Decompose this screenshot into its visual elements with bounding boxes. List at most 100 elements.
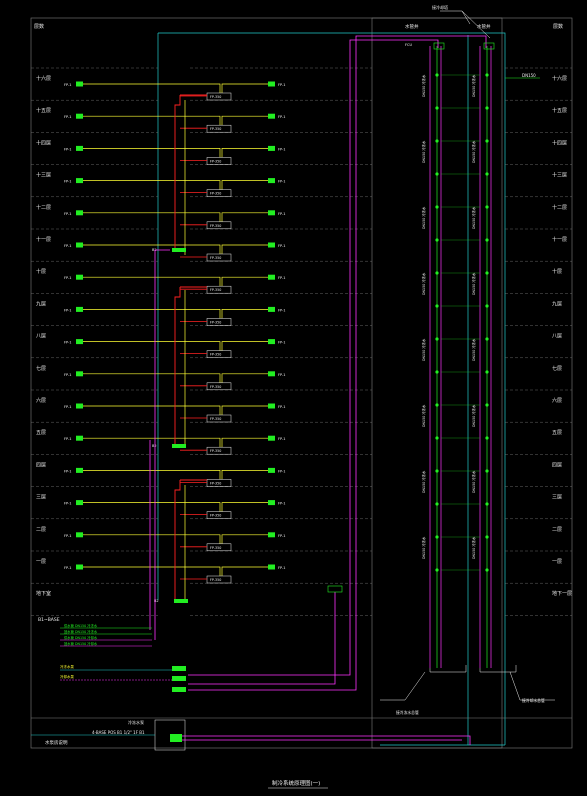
- pump-box: [172, 687, 186, 692]
- floor-tag-right: 四层: [552, 462, 562, 468]
- unit-label: FP-1: [64, 244, 72, 248]
- shaft-node: [485, 436, 489, 440]
- riser-junction: [172, 248, 186, 252]
- shaft-node: [435, 436, 439, 440]
- shaft-pipe-label: DN150 冷冻水: [421, 206, 426, 229]
- shaft-pipe-label: DN150 冷冻水: [471, 536, 476, 559]
- unit-label: FP-1: [64, 437, 72, 441]
- unit-label: FP-1: [64, 469, 72, 473]
- floor-label: 十三层: [36, 172, 51, 179]
- floor-tag-right: 七层: [552, 365, 562, 372]
- fan-coil-right: [268, 500, 275, 506]
- unit-label: FP-1: [278, 212, 286, 216]
- valve-label: FP-350: [210, 514, 221, 518]
- floor-tag-right: 地下一层: [552, 590, 572, 597]
- unit-label: FP-1: [278, 534, 286, 538]
- fan-coil-left: [76, 81, 83, 87]
- valve-label: FP-350: [210, 192, 221, 196]
- fan-coil-right: [268, 306, 275, 312]
- shaft-node: [485, 337, 489, 341]
- fan-coil-left: [76, 564, 83, 570]
- fan-coil-left: [76, 242, 83, 248]
- shaft-node: [435, 370, 439, 374]
- shaft-node: [435, 106, 439, 110]
- valve-label: FP-350: [210, 546, 221, 550]
- shaft-node: [435, 271, 439, 275]
- pump-box: [172, 666, 186, 671]
- shaft-node: [485, 304, 489, 308]
- shaft-pipe-label: DN150 冷冻水: [471, 74, 476, 97]
- legend-label: 供水管 DN150 冷却水: [64, 635, 98, 640]
- floor-label: 十一层: [36, 236, 51, 243]
- shaft-pipe-label: DN150 冷冻水: [421, 74, 426, 97]
- unit-label: FP-1: [64, 115, 72, 119]
- shaft-node: [485, 502, 489, 506]
- shaft-node: [485, 535, 489, 539]
- valve-label: FP-350: [210, 320, 221, 324]
- floor-label: 十六层: [36, 75, 51, 82]
- floor-tag-right: 五层: [552, 430, 562, 436]
- unit-label: FP-1: [278, 180, 286, 184]
- unit-label: FP-1: [278, 405, 286, 409]
- unit-label: FP-1: [64, 405, 72, 409]
- basement-pipe-note: 4-BASE POS B1 1/2" 1F B1: [92, 730, 145, 735]
- unit-label: FP-1: [278, 244, 286, 248]
- fan-coil-left: [76, 274, 83, 280]
- unit-label: FP-1: [278, 115, 286, 119]
- floor-tag-right: 十三层: [552, 172, 567, 179]
- unit-label: FP-1: [64, 83, 72, 87]
- fan-coil-right: [268, 178, 275, 184]
- fan-coil-right: [268, 274, 275, 280]
- valve-label: FP-350: [210, 224, 221, 228]
- fan-coil-right: [268, 145, 275, 151]
- floor-tag-right: 十一层: [552, 236, 567, 243]
- floor-label: 五层: [36, 430, 46, 436]
- floor-tag-right: 八层: [552, 334, 562, 340]
- fan-coil-left: [76, 113, 83, 119]
- unit-label: FP-1: [64, 308, 72, 312]
- riser-junction: [172, 444, 186, 448]
- floor-label: 十五层: [36, 107, 51, 114]
- valve-label: FP-350: [210, 417, 221, 421]
- floor-label: 四层: [36, 462, 46, 468]
- fan-coil-left: [76, 403, 83, 409]
- bottom-right-note-2: 接冷却水总管: [522, 698, 545, 703]
- floor-label: 六层: [36, 397, 46, 404]
- legend-label: 回水管 DN150 冷却水: [64, 641, 98, 646]
- valve-label: FP-350: [210, 95, 221, 99]
- shaft-node: [435, 535, 439, 539]
- shaft-pipe-label: DN150 冷冻水: [471, 338, 476, 361]
- shaft-node: [485, 271, 489, 275]
- unit-label: FP-1: [278, 83, 286, 87]
- valve-label: FP-350: [210, 449, 221, 453]
- shaft-node: [435, 238, 439, 242]
- leader-top-label: 接冷却塔: [432, 4, 448, 10]
- drawing-title: 制冷系统原理图(一): [272, 779, 320, 787]
- shaft-node: [485, 568, 489, 572]
- shaft-node: [435, 469, 439, 473]
- valve-label: FP-350: [210, 481, 221, 485]
- shaft-node: [485, 469, 489, 473]
- floor-label: 七层: [36, 365, 46, 372]
- pump-box: [172, 676, 186, 681]
- shaft-node: [485, 73, 489, 77]
- pump-label: 冷却水泵: [60, 674, 74, 679]
- unit-label: FP-1: [64, 276, 72, 280]
- unit-label: FP-1: [64, 373, 72, 377]
- shaft-node: [435, 172, 439, 176]
- floor-label: 一层: [36, 559, 46, 565]
- fan-coil-left: [76, 210, 83, 216]
- bottom-left-label: 水泵房说明: [45, 739, 68, 746]
- floor-label: 九层: [36, 300, 46, 307]
- corner-left-top: 层数: [34, 23, 44, 30]
- shaft-valve-label: FCU: [405, 43, 412, 47]
- fan-coil-left: [76, 435, 83, 441]
- valve-label: FP-350: [210, 159, 221, 163]
- shaft-left-label: 水管井: [405, 23, 419, 30]
- fan-coil-right: [268, 564, 275, 570]
- floor-tag-right: 三层: [552, 495, 562, 501]
- shaft-pipe-label: DN150 冷冻水: [421, 470, 426, 493]
- shaft-pipe-label: DN150 冷冻水: [421, 338, 426, 361]
- fan-coil-left: [76, 532, 83, 538]
- riser-junction: [174, 599, 188, 603]
